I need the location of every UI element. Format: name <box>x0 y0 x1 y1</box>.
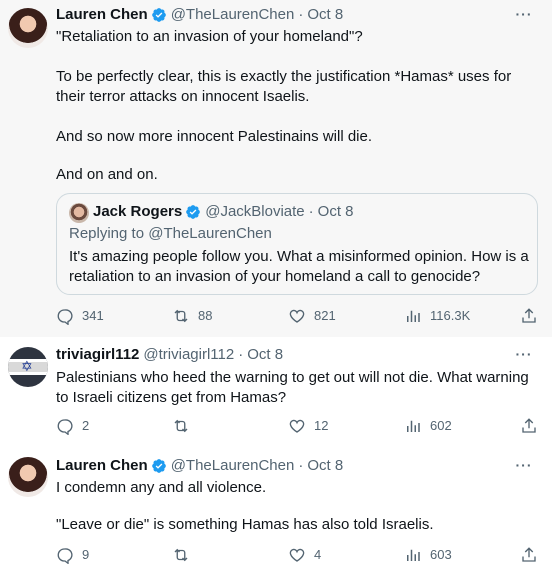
quoted-time[interactable]: Oct 8 <box>318 202 354 222</box>
share-button[interactable] <box>520 417 538 435</box>
more-options-icon[interactable]: ··· <box>514 458 534 479</box>
author-handle[interactable]: @triviagirl112 <box>143 345 234 365</box>
quoted-text: It's amazing people follow you. What a m… <box>69 248 529 285</box>
separator-dot: · <box>298 457 304 474</box>
views-chart-icon <box>407 310 420 322</box>
retweet-icon <box>174 309 188 323</box>
verified-badge-icon <box>151 8 166 22</box>
verified-badge-icon <box>186 205 201 219</box>
reply-icon <box>57 309 73 325</box>
tweet-paragraph: To be perfectly clear, this is exactly t… <box>56 68 512 105</box>
like-count: 12 <box>314 418 329 433</box>
like-button[interactable]: 12 <box>288 416 328 436</box>
tweet-reply[interactable]: ✡ triviagirl112 @triviagirl112 · Oct 8 ·… <box>0 337 552 447</box>
heart-icon <box>289 548 305 562</box>
quoted-header: Jack Rogers @JackBloviate · Oct 8 <box>93 202 354 222</box>
tweet-header: Lauren Chen @TheLaurenChen · Oct 8 <box>56 5 343 25</box>
reply-button[interactable]: 2 <box>56 416 89 436</box>
share-button[interactable] <box>520 546 538 564</box>
author-handle[interactable]: @TheLaurenChen <box>171 456 295 476</box>
replying-mention[interactable]: @TheLaurenChen <box>148 225 272 242</box>
views-button[interactable]: 116.3K <box>404 306 470 326</box>
author-name[interactable]: Lauren Chen <box>56 5 148 25</box>
reply-button[interactable]: 9 <box>56 545 89 565</box>
retweet-button[interactable] <box>172 417 198 435</box>
author-name[interactable]: triviagirl112 <box>56 345 139 365</box>
tweet-paragraph: And so now more innocent Palestinains wi… <box>56 128 373 145</box>
action-bar: 9 4 603 <box>56 545 540 565</box>
action-bar: 2 12 602 <box>56 416 540 436</box>
tweet-time[interactable]: Oct 8 <box>307 456 343 476</box>
tweet-paragraph: "Leave or die" is something Hamas has al… <box>56 516 434 533</box>
reply-icon <box>57 548 73 564</box>
separator-dot: · <box>298 6 304 23</box>
author-name[interactable]: Lauren Chen <box>56 456 148 476</box>
star-of-david-icon: ✡ <box>21 359 33 375</box>
more-options-icon[interactable]: ··· <box>514 7 534 28</box>
retweet-count: 88 <box>198 308 213 323</box>
quoted-tweet[interactable]: Jack Rogers @JackBloviate · Oct 8 Replyi… <box>56 193 538 295</box>
views-chart-icon <box>407 549 420 561</box>
avatar[interactable] <box>8 8 48 48</box>
retweet-icon <box>174 548 188 562</box>
author-handle[interactable]: @TheLaurenChen <box>171 5 295 25</box>
view-count: 603 <box>430 547 452 562</box>
more-options-icon[interactable]: ··· <box>514 347 534 368</box>
like-count: 821 <box>314 308 336 323</box>
views-chart-icon <box>407 420 420 432</box>
like-button[interactable]: 821 <box>288 306 336 326</box>
tweet-header: triviagirl112 @triviagirl112 · Oct 8 <box>56 345 283 365</box>
avatar[interactable]: ✡ <box>8 347 48 387</box>
reply-icon <box>57 419 73 435</box>
tweet-main[interactable]: Lauren Chen @TheLaurenChen · Oct 8 ··· "… <box>0 0 552 337</box>
action-bar: 341 88 821 116.3K <box>56 306 540 326</box>
share-icon <box>522 547 536 562</box>
view-count: 116.3K <box>430 308 471 323</box>
like-button[interactable]: 4 <box>288 545 321 565</box>
verified-badge-icon <box>151 459 166 473</box>
tweet-paragraph: I condemn any and all violence. <box>56 479 267 496</box>
retweet-button[interactable] <box>172 546 198 564</box>
separator-dot: · <box>308 203 314 220</box>
views-button[interactable]: 603 <box>404 545 452 565</box>
quoted-avatar[interactable] <box>69 203 89 223</box>
tweet-text: "Retaliation to an invasion of your home… <box>56 27 536 185</box>
share-icon <box>522 418 536 433</box>
tweet-header: Lauren Chen @TheLaurenChen · Oct 8 <box>56 456 343 476</box>
replying-to: Replying to @TheLaurenChen <box>69 224 272 244</box>
reply-count: 9 <box>82 547 90 562</box>
views-button[interactable]: 602 <box>404 416 452 436</box>
retweet-icon <box>174 419 188 433</box>
tweet-reply[interactable]: Lauren Chen @TheLaurenChen · Oct 8 ··· I… <box>0 447 552 570</box>
tweet-time[interactable]: Oct 8 <box>307 5 343 25</box>
share-button[interactable] <box>520 307 538 325</box>
separator-dot: · <box>238 346 244 363</box>
quoted-author-name[interactable]: Jack Rogers <box>93 202 182 222</box>
retweet-button[interactable]: 88 <box>172 306 212 326</box>
tweet-paragraph: And on and on. <box>56 166 158 183</box>
tweet-text: I condemn any and all violence. "Leave o… <box>56 478 536 535</box>
reply-count: 341 <box>82 308 104 323</box>
tweet-paragraph: "Retaliation to an invasion of your home… <box>56 28 363 45</box>
quoted-author-handle[interactable]: @JackBloviate <box>205 202 304 222</box>
tweet-text: Palestinians who heed the warning to get… <box>56 369 529 406</box>
share-icon <box>522 308 536 323</box>
avatar[interactable] <box>8 457 48 497</box>
reply-count: 2 <box>82 418 90 433</box>
like-count: 4 <box>314 547 322 562</box>
heart-icon <box>289 309 305 323</box>
heart-icon <box>289 419 305 433</box>
replying-prefix: Replying to <box>69 225 149 242</box>
tweet-time[interactable]: Oct 8 <box>247 345 283 365</box>
reply-button[interactable]: 341 <box>56 306 104 326</box>
view-count: 602 <box>430 418 452 433</box>
